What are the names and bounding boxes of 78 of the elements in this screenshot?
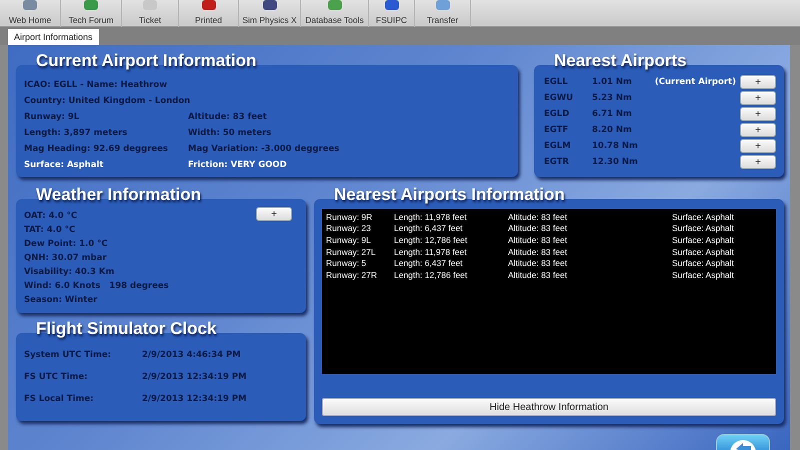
distance-text: 5.23 Nm — [592, 93, 632, 103]
weather-text: OAT: 4.0 °C — [24, 211, 78, 221]
current-airport-label: (Current Airport) — [654, 77, 736, 87]
toolbar-icon — [140, 0, 160, 11]
toolbar-icon — [81, 0, 101, 11]
info-text: Surface: Asphalt — [24, 160, 104, 170]
toolbar-icon — [20, 0, 40, 11]
runway-cell-text: Runway: 9L — [326, 234, 372, 245]
runway-cell-text: Surface: Asphalt — [672, 234, 735, 245]
runway-cell-text: Surface: Asphalt — [672, 223, 735, 234]
runway-cell-text: Surface: Asphalt — [672, 212, 735, 222]
add-button[interactable]: + — [740, 75, 776, 89]
info-text: Mag Variation: -3.000 deggrees — [188, 144, 340, 154]
airport-code: EGTF — [544, 125, 568, 135]
airport-code: EGWU — [544, 93, 574, 103]
runway-cell-text: Surface: Asphalt — [672, 246, 735, 257]
runway-cell-text: Altitude: 83 feet — [508, 212, 568, 222]
weather-text: Wind: 6.0 Knots 198 degrees — [24, 281, 169, 291]
clock-label: FS Local Time: — [24, 394, 94, 404]
distance-text: 1.01 Nm — [592, 77, 632, 87]
add-button[interactable]: + — [740, 107, 776, 121]
weather-text: Visability: 40.3 Km — [24, 267, 114, 277]
runway-cell-text: Surface: Asphalt — [672, 258, 735, 268]
hide-info-button[interactable]: Hide Heathrow Information — [322, 398, 776, 416]
clock-value: 2/9/2013 12:34:19 PM — [142, 372, 247, 382]
runway-cell-text: Length: 12,786 feet — [394, 234, 468, 245]
runway-cell-text: Altitude: 83 feet — [508, 246, 568, 257]
runway-cell-text: Length: 6,437 feet — [394, 223, 464, 234]
distance-text: 8.20 Nm — [592, 125, 632, 135]
runway-cell-text: Length: 6,437 feet — [394, 258, 464, 268]
add-button[interactable]: + — [740, 123, 776, 137]
info-text: Mag Heading: 92.69 deggrees — [24, 144, 168, 154]
info-text: Altitude: 83 feet — [188, 112, 267, 122]
panel-title: Current Airport Information — [36, 51, 258, 71]
weather-text: QNH: 30.07 mbar — [24, 253, 107, 263]
add-button[interactable]: + — [740, 155, 776, 169]
back-button[interactable] — [716, 434, 770, 450]
weather-text: Season: Winter — [24, 295, 98, 305]
airport-code: EGLD — [544, 109, 570, 119]
info-text: Width: 50 meters — [188, 128, 272, 138]
panel-title: Nearest Airports Information — [334, 185, 566, 205]
panel-title: Flight Simulator Clock — [36, 319, 218, 339]
distance-text: 12.30 Nm — [592, 157, 638, 167]
runway-cell-text: Runway: 23 — [326, 223, 372, 234]
runway-cell-text: Length: 12,786 feet — [394, 270, 468, 280]
add-button[interactable]: + — [256, 207, 292, 221]
distance-text: 10.78 Nm — [592, 141, 638, 151]
runway-cell-text: Runway: 5 — [326, 258, 368, 268]
runway-cell-text: Length: 11,978 feet — [394, 246, 468, 257]
runway-cell-text: Altitude: 83 feet — [508, 270, 568, 280]
clock-value: 2/9/2013 12:34:19 PM — [142, 394, 247, 404]
info-text: Runway: 9L — [24, 112, 80, 122]
runway-cell-text: Runway: 27R — [326, 270, 378, 280]
tab[interactable]: Airport Informations — [8, 29, 99, 45]
add-button[interactable]: + — [740, 91, 776, 105]
clock-label: System UTC Time: — [24, 350, 111, 360]
runway-cell-text: Altitude: 83 feet — [508, 223, 568, 234]
panel-title: Weather Information — [36, 185, 202, 205]
info-text: Length: 3,897 meters — [24, 128, 128, 138]
weather-text: TAT: 4.0 °C — [24, 225, 76, 235]
distance-text: 6.71 Nm — [592, 109, 632, 119]
clock-label: FS UTC Time: — [24, 372, 88, 382]
runway-cell-text: Surface: Asphalt — [672, 270, 735, 280]
runway-cell-text: Runway: 27L — [326, 246, 377, 257]
weather-text: Dew Point: 1.0 °C — [24, 239, 108, 249]
runway-cell-text: Altitude: 83 feet — [508, 234, 568, 245]
airport-code: EGTR — [544, 157, 569, 167]
runway-cell-text: Altitude: 83 feet — [508, 258, 568, 268]
info-text: Country: United Kingdom - London — [24, 96, 190, 106]
clock-value: 2/9/2013 4:46:34 PM — [142, 350, 241, 360]
runway-cell-text: Runway: 9R — [326, 212, 374, 222]
add-button[interactable]: + — [740, 139, 776, 153]
panel-title: Nearest Airports — [554, 51, 688, 71]
airport-code: EGLM — [544, 141, 571, 151]
info-text: ICAO: EGLL - Name: Heathrow — [24, 80, 168, 90]
runway-cell-text: Length: 11,978 feet — [394, 212, 468, 222]
airport-code: EGLL — [544, 77, 568, 87]
info-text: Friction: VERY GOOD — [188, 160, 287, 170]
